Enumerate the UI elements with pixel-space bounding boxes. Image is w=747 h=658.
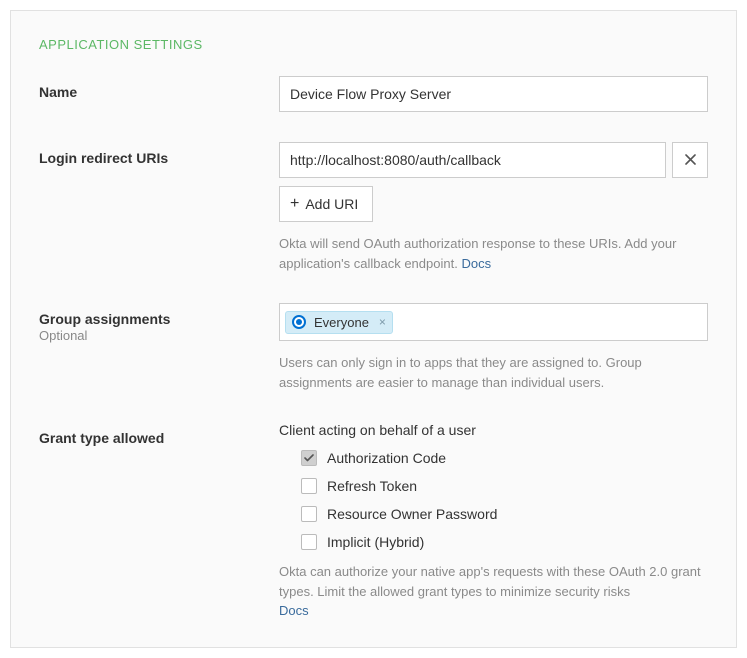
redirect-label: Login redirect URIs bbox=[39, 150, 279, 166]
checkbox-label: Refresh Token bbox=[327, 478, 417, 494]
redirect-docs-link[interactable]: Docs bbox=[461, 256, 491, 271]
group-icon bbox=[292, 315, 306, 329]
label-col: Login redirect URIs bbox=[39, 142, 279, 166]
grant-option-refresh-token: Refresh Token bbox=[279, 478, 708, 494]
grant-label: Grant type allowed bbox=[39, 430, 279, 446]
redirect-uri-input[interactable] bbox=[279, 142, 666, 178]
uri-row bbox=[279, 142, 708, 178]
grant-option-resource-owner-password: Resource Owner Password bbox=[279, 506, 708, 522]
name-input[interactable] bbox=[279, 76, 708, 112]
remove-uri-button[interactable] bbox=[672, 142, 708, 178]
close-icon bbox=[685, 152, 696, 168]
group-tag: Everyone × bbox=[285, 311, 393, 334]
checkbox-refresh-token[interactable] bbox=[301, 478, 317, 494]
section-title: APPLICATION SETTINGS bbox=[39, 37, 708, 52]
grant-help-text: Okta can authorize your native app's req… bbox=[279, 564, 701, 599]
remove-tag-button[interactable]: × bbox=[379, 315, 386, 329]
control-col: + Add URI Okta will send OAuth authoriza… bbox=[279, 142, 708, 273]
add-uri-label: Add URI bbox=[305, 196, 358, 212]
grant-docs-link[interactable]: Docs bbox=[279, 603, 309, 618]
add-uri-button[interactable]: + Add URI bbox=[279, 186, 373, 222]
grant-help: Okta can authorize your native app's req… bbox=[279, 562, 708, 621]
row-redirect-uris: Login redirect URIs + Add URI Okta will … bbox=[39, 142, 708, 273]
checkbox-authorization-code bbox=[301, 450, 317, 466]
checkbox-label: Resource Owner Password bbox=[327, 506, 497, 522]
label-col: Grant type allowed bbox=[39, 422, 279, 446]
row-group-assignments: Group assignments Optional Everyone × Us… bbox=[39, 303, 708, 392]
group-tag-label: Everyone bbox=[314, 315, 369, 330]
label-col: Name bbox=[39, 76, 279, 100]
group-sublabel: Optional bbox=[39, 328, 279, 343]
group-input[interactable]: Everyone × bbox=[279, 303, 708, 341]
control-col: Everyone × Users can only sign in to app… bbox=[279, 303, 708, 392]
grant-option-implicit: Implicit (Hybrid) bbox=[279, 534, 708, 550]
control-col: Client acting on behalf of a user Author… bbox=[279, 422, 708, 621]
label-col: Group assignments Optional bbox=[39, 303, 279, 343]
checkbox-label: Implicit (Hybrid) bbox=[327, 534, 424, 550]
row-grant-type: Grant type allowed Client acting on beha… bbox=[39, 422, 708, 621]
checkbox-resource-owner-password[interactable] bbox=[301, 506, 317, 522]
row-name: Name bbox=[39, 76, 708, 112]
settings-card: APPLICATION SETTINGS Name Login redirect… bbox=[10, 10, 737, 648]
checkbox-label: Authorization Code bbox=[327, 450, 446, 466]
checkbox-implicit[interactable] bbox=[301, 534, 317, 550]
grant-option-authorization-code: Authorization Code bbox=[279, 450, 708, 466]
name-label: Name bbox=[39, 84, 279, 100]
redirect-help: Okta will send OAuth authorization respo… bbox=[279, 234, 708, 273]
group-label: Group assignments bbox=[39, 311, 279, 327]
control-col bbox=[279, 76, 708, 112]
plus-icon: + bbox=[290, 196, 299, 212]
grant-subhead: Client acting on behalf of a user bbox=[279, 422, 708, 438]
group-help: Users can only sign in to apps that they… bbox=[279, 353, 708, 392]
